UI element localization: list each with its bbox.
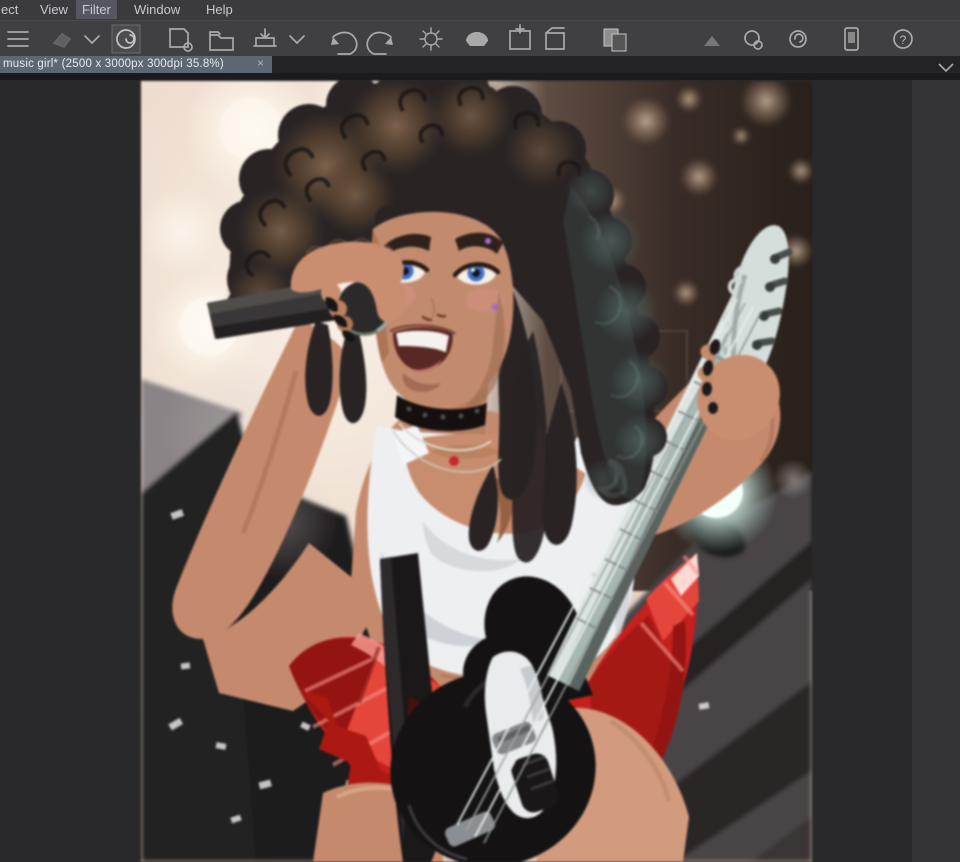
svg-text:?: ? <box>900 33 907 47</box>
